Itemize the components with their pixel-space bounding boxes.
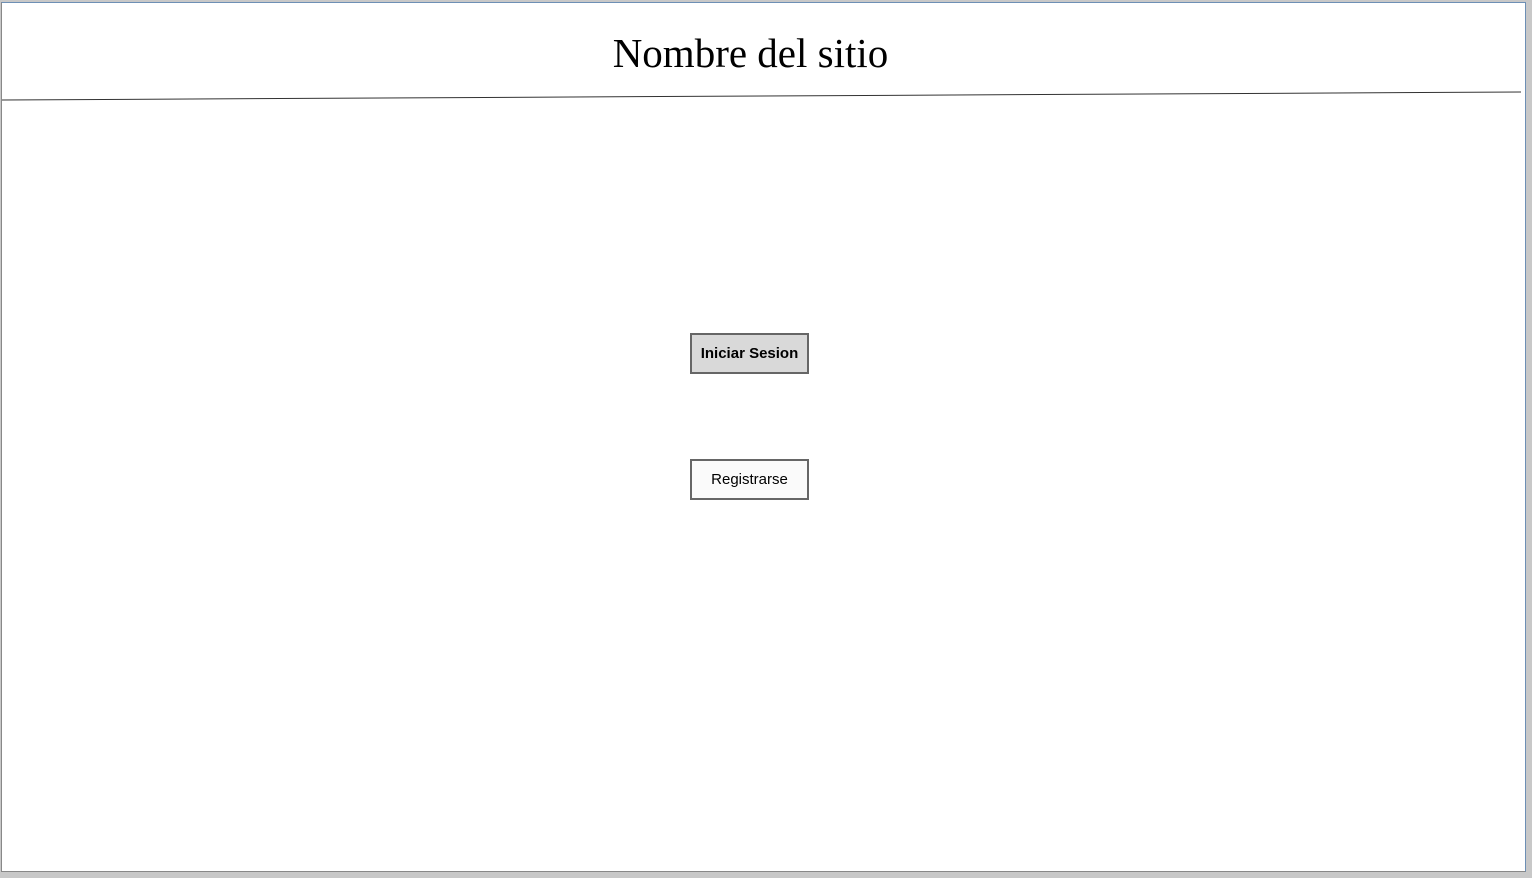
login-button[interactable]: Iniciar Sesion: [690, 333, 809, 374]
header-divider: [2, 91, 1522, 101]
register-button[interactable]: Registrarse: [690, 459, 809, 500]
wireframe-page: Nombre del sitio Iniciar Sesion Registra…: [1, 2, 1526, 872]
